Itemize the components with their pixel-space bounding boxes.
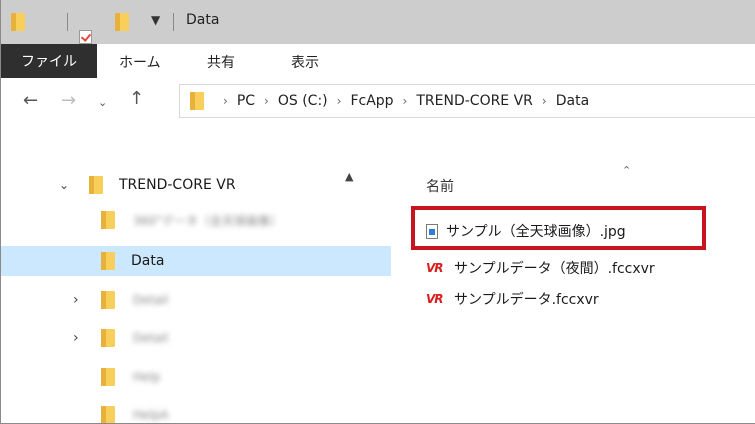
breadcrumb-data[interactable]: Data xyxy=(556,93,589,109)
file-list-pane: ⌃ 名前 サンプル（全天球画像）.jpg VR サンプルデータ（夜間）.fccx… xyxy=(396,150,755,423)
sort-ascending-icon: ⌃ xyxy=(622,164,632,177)
tree-item-label: Data xyxy=(131,253,165,269)
breadcrumb-pc[interactable]: PC xyxy=(237,93,255,109)
ribbon-tabs: ファイル ホーム 共有 表示 xyxy=(1,44,755,79)
tree-item-help[interactable]: Help xyxy=(1,362,391,392)
navigation-bar: ← → ⌄ ↑ › PC › OS (C:) › FcApp › TREND-C… xyxy=(1,78,755,126)
tree-item-trend-core-vr[interactable]: ⌄ TREND-CORE VR xyxy=(1,170,391,200)
breadcrumb-os-c[interactable]: OS (C:) xyxy=(278,93,328,109)
recent-locations-chevron-icon[interactable]: ⌄ xyxy=(98,96,107,109)
column-header-name[interactable]: 名前 xyxy=(426,176,454,196)
breadcrumb-chevron-icon[interactable]: › xyxy=(264,94,269,108)
tree-item-detail[interactable]: › Detail xyxy=(1,323,391,353)
tab-home[interactable]: ホーム xyxy=(119,52,161,72)
tab-file[interactable]: ファイル xyxy=(1,44,97,78)
file-explorer-window: ▼ Data ファイル ホーム 共有 表示 ← → ⌄ ↑ › PC › OS … xyxy=(0,0,755,424)
tree-item-data[interactable]: Data xyxy=(1,246,391,276)
breadcrumb-fcapp[interactable]: FcApp xyxy=(350,93,393,109)
folder-icon xyxy=(89,176,103,194)
window-title: Data xyxy=(186,12,220,28)
file-item-fccxvr-night[interactable]: VR サンプルデータ（夜間）.fccxvr xyxy=(426,255,655,281)
tree-item-label: 360°データ（全天球画像） xyxy=(133,213,282,228)
folder-icon xyxy=(101,291,115,309)
navigation-pane: ▲ ⌄ TREND-CORE VR 360°データ（全天球画像） Data › … xyxy=(1,160,391,423)
properties-check-icon[interactable] xyxy=(79,30,92,44)
folder-icon xyxy=(101,329,115,347)
folder-icon xyxy=(101,406,115,423)
folder-icon xyxy=(101,211,115,229)
quick-access-dropdown-icon[interactable]: ▼ xyxy=(151,13,160,27)
tree-item-helpa[interactable]: HelpA xyxy=(1,400,391,423)
title-bar: ▼ Data xyxy=(1,0,755,44)
new-folder-icon[interactable] xyxy=(115,13,129,31)
folder-icon xyxy=(101,368,115,386)
up-arrow-icon[interactable]: ↑ xyxy=(129,88,144,109)
folder-icon xyxy=(11,13,25,31)
breadcrumb-trend-core-vr[interactable]: TREND-CORE VR xyxy=(416,93,533,109)
breadcrumb-chevron-icon[interactable]: › xyxy=(223,94,228,108)
address-bar[interactable]: › PC › OS (C:) › FcApp › TREND-CORE VR ›… xyxy=(179,84,755,118)
tree-item-detail[interactable]: › Detail xyxy=(1,285,391,315)
file-item-fccxvr[interactable]: VR サンプルデータ.fccxvr xyxy=(426,286,599,312)
expand-chevron-icon[interactable]: › xyxy=(73,330,79,346)
highlight-annotation-box xyxy=(411,206,706,250)
tab-share[interactable]: 共有 xyxy=(207,52,235,72)
tree-item-label: Detail xyxy=(133,293,169,307)
collapse-chevron-icon[interactable]: ⌄ xyxy=(59,178,69,192)
breadcrumb-chevron-icon[interactable]: › xyxy=(337,94,342,108)
vr-file-icon: VR xyxy=(426,292,444,306)
vr-file-icon: VR xyxy=(426,261,444,275)
expand-chevron-icon[interactable]: › xyxy=(73,292,79,308)
breadcrumb-chevron-icon[interactable]: › xyxy=(542,94,547,108)
folder-icon xyxy=(101,252,115,270)
tree-item-360-data[interactable]: 360°データ（全天球画像） xyxy=(1,205,391,235)
breadcrumb-chevron-icon[interactable]: › xyxy=(403,94,408,108)
file-name: サンプルデータ（夜間）.fccxvr xyxy=(454,261,655,277)
tree-item-label: TREND-CORE VR xyxy=(119,177,236,193)
tree-item-label: Detail xyxy=(133,331,169,345)
tab-view[interactable]: 表示 xyxy=(291,52,319,72)
file-name: サンプルデータ.fccxvr xyxy=(454,292,599,308)
back-arrow-icon[interactable]: ← xyxy=(23,90,38,111)
folder-icon xyxy=(190,92,204,110)
divider xyxy=(173,13,174,31)
divider xyxy=(67,13,68,31)
tree-item-label: Help xyxy=(133,370,161,384)
tree-item-label: HelpA xyxy=(133,408,169,422)
forward-arrow-icon[interactable]: → xyxy=(61,90,76,111)
